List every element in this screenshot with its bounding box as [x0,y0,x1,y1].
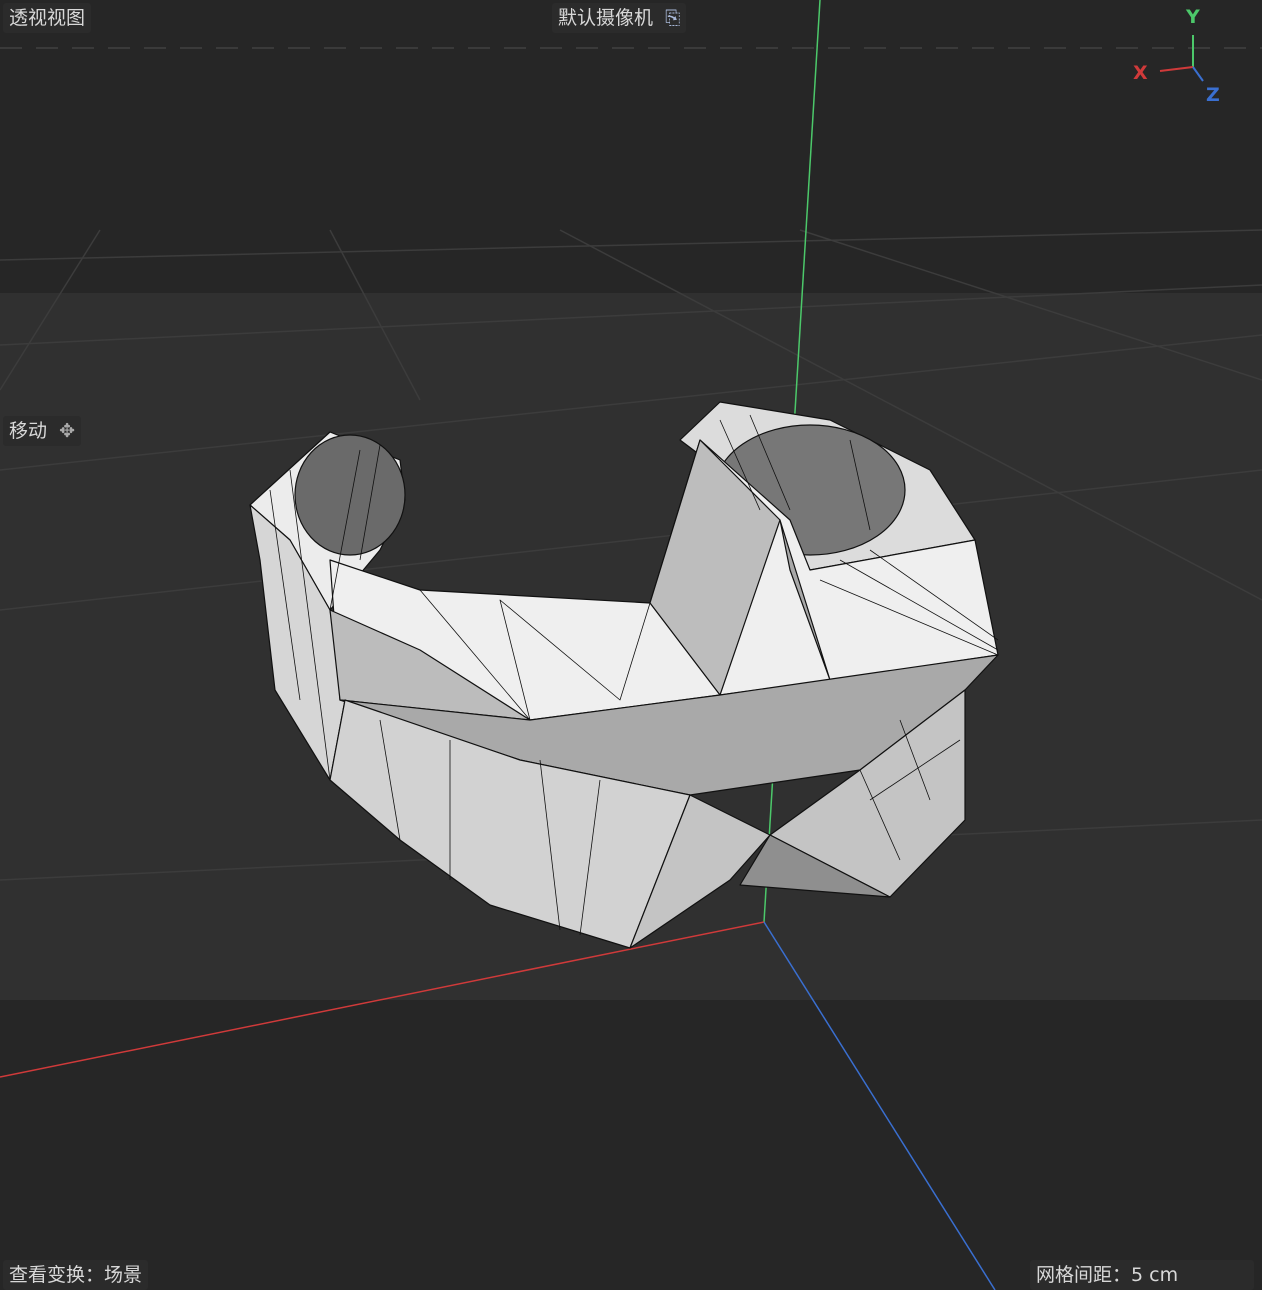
axis-gizmo [1160,35,1203,81]
gizmo-x-label: X [1133,62,1148,84]
gizmo-z-label: Z [1206,84,1220,106]
viewport-canvas[interactable] [0,0,1262,1290]
tool-indicator: 移动 ✥ [3,416,81,446]
view-name-label[interactable]: 透视视图 [3,3,91,33]
camera-label: 默认摄像机 [558,7,653,29]
transform-view-label: 查看变换：场景 [3,1260,148,1290]
tool-label: 移动 [9,420,47,442]
grid-spacing-label: 网格间距：5 cm [1030,1260,1254,1290]
gizmo-y-label: Y [1186,6,1200,28]
camera-icon: ⎘ [665,7,680,29]
camera-menu[interactable]: 默认摄像机 ⎘ [552,3,686,33]
move-icon: ✥ [59,420,75,442]
